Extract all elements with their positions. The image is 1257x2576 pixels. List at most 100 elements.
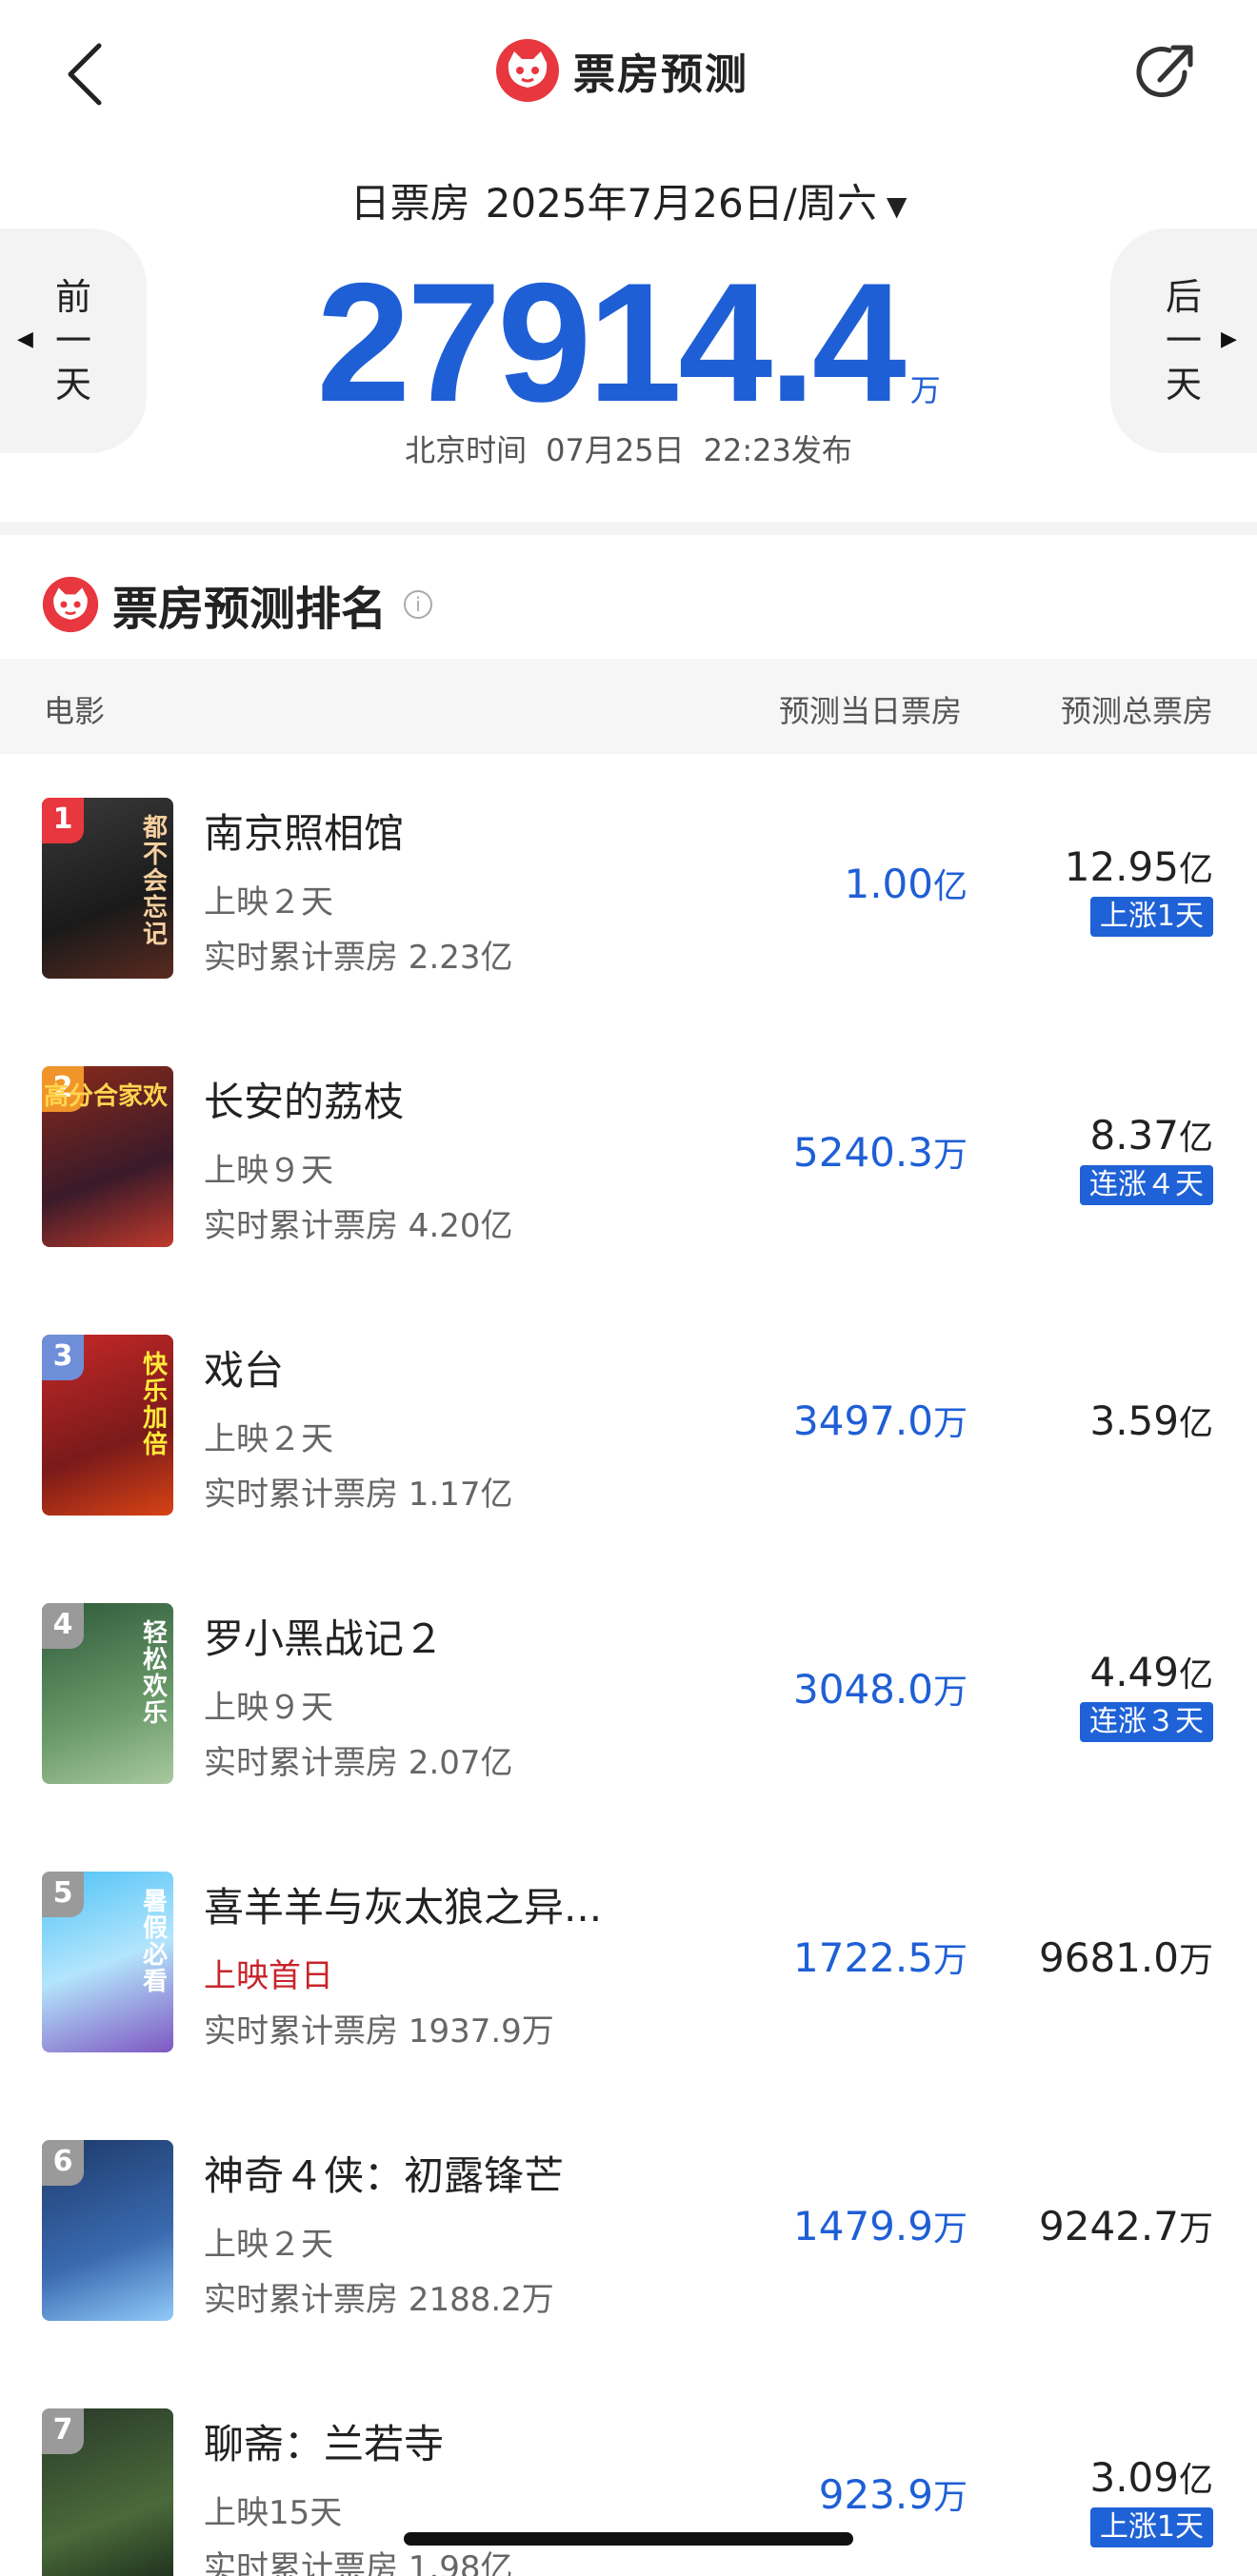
movie-name[interactable]: 喜羊羊与灰太狼之异... xyxy=(204,1875,602,1933)
column-today[interactable]: 预测当日票房 xyxy=(779,687,962,731)
cumulative-box-office: 实时累计票房 2.23亿 xyxy=(204,939,513,977)
daily-total-unit: 万 xyxy=(909,372,941,408)
release-days: 上映９天 xyxy=(204,1689,333,1727)
publish-info: 北京时间 07月25日 22:23发布 xyxy=(0,426,1257,470)
brand: 票房预测 xyxy=(495,34,748,107)
predicted-today-value: 1.00 xyxy=(844,861,933,907)
cumulative-box-office: 实时累计票房 1.98亿 xyxy=(204,2549,513,2576)
publish-label: 北京时间 xyxy=(405,432,528,468)
predicted-total-unit: 亿 xyxy=(1178,1119,1213,1158)
movie-name[interactable]: 戏台 xyxy=(204,1338,284,1397)
predicted-today-value: 1479.9 xyxy=(793,2203,933,2249)
cumulative-box-office: 实时累计票房 1.17亿 xyxy=(204,1476,513,1514)
trend-badge: 连涨４天 xyxy=(1080,1165,1213,1205)
publish-time: 22:23发布 xyxy=(703,432,852,468)
movie-poster[interactable]: 6 xyxy=(42,2140,173,2321)
predicted-total-value: 4.49 xyxy=(1089,1649,1179,1695)
predicted-today-value: 923.9 xyxy=(818,2471,933,2518)
movie-row[interactable]: 5 暑 假 必 看 喜羊羊与灰太狼之异... 上映首日 实时累计票房 1937.9万 17… xyxy=(0,1828,1257,2096)
daily-total-value: 27914.4 xyxy=(316,248,906,437)
share-icon xyxy=(1136,45,1193,98)
share-button[interactable] xyxy=(1131,34,1200,110)
movie-row[interactable]: 3 快 乐 加 倍 戏台上映２天实时累计票房 1.17亿 3497.0万 3.59亿 xyxy=(0,1291,1257,1559)
movie-poster[interactable]: 1 都 不 会 忘 记 xyxy=(42,798,173,979)
movie-name[interactable]: 聊斋：兰若寺 xyxy=(204,2412,444,2470)
predicted-total-unit: 亿 xyxy=(1178,1655,1213,1694)
poster-text: 轻 松 欢 乐 xyxy=(142,1619,168,1728)
publish-date: 07月25日 xyxy=(546,432,685,468)
ranking-header: 票房预测排名 i xyxy=(42,571,433,638)
predicted-today-unit: 万 xyxy=(932,1673,968,1712)
info-icon[interactable]: i xyxy=(404,590,433,619)
poster-text: 暑 假 必 看 xyxy=(142,1888,168,1996)
predicted-today-unit: 万 xyxy=(932,1404,968,1443)
release-days: 上映15天 xyxy=(204,2494,343,2532)
predicted-today-unit: 亿 xyxy=(932,867,968,906)
predicted-today: 3497.0万 xyxy=(793,1396,968,1445)
movie-poster[interactable]: 2 高分合家欢 xyxy=(42,1066,173,1247)
movie-poster[interactable]: 5 暑 假 必 看 xyxy=(42,1872,173,2052)
home-indicator xyxy=(404,2532,853,2546)
predicted-total: 3.59亿 xyxy=(1089,1396,1213,1445)
movie-name[interactable]: 南京照相馆 xyxy=(204,802,404,860)
movie-row[interactable]: 6 神奇４侠：初露锋芒 上映２天 实时累计票房 2188.2万 1479.9万 9242.… xyxy=(0,2096,1257,2365)
rank-badge: 7 xyxy=(42,2408,84,2454)
trend-badge: 上涨1天 xyxy=(1089,897,1213,937)
predicted-total-value: 9242.7 xyxy=(1039,2203,1179,2249)
cat-logo-icon xyxy=(42,576,99,633)
predicted-total: 8.37亿 xyxy=(1089,1110,1213,1159)
movie-poster[interactable]: 3 快 乐 加 倍 xyxy=(42,1335,173,1516)
movie-row[interactable]: 4 轻 松 欢 乐 罗小黑战记２ 上映９天 实时累计票房 2.07亿 3048.0万 4.4… xyxy=(0,1559,1257,1828)
trend-badge: 连涨３天 xyxy=(1080,1702,1213,1742)
predicted-total: 9681.0万 xyxy=(1039,1932,1213,1982)
predicted-total-value: 12.95 xyxy=(1064,843,1179,890)
poster-text: 快 乐 加 倍 xyxy=(142,1351,168,1459)
column-total[interactable]: 预测总票房 xyxy=(1061,687,1213,731)
date-type-label: 日票房 xyxy=(349,180,470,227)
movie-poster[interactable]: 7 xyxy=(42,2408,173,2576)
predicted-today: 5240.3万 xyxy=(793,1127,968,1177)
release-days: 上映２天 xyxy=(204,2226,333,2264)
table-header: 电影 预测当日票房 预测总票房 xyxy=(0,659,1257,754)
predicted-total-unit: 万 xyxy=(1178,1941,1213,1980)
date-selector[interactable]: 日票房 2025年7月26日/周六 ▼ xyxy=(0,171,1257,229)
predicted-total-value: 3.59 xyxy=(1089,1397,1179,1444)
predicted-total-value: 9681.0 xyxy=(1039,1934,1179,1981)
predicted-today: 923.9万 xyxy=(819,2469,968,2519)
movie-poster[interactable]: 4 轻 松 欢 乐 xyxy=(42,1603,173,1784)
back-button[interactable] xyxy=(57,34,114,110)
movie-name[interactable]: 神奇４侠：初露锋芒 xyxy=(204,2144,564,2202)
trend-badge: 上涨1天 xyxy=(1089,2507,1213,2547)
movie-row[interactable]: 2 高分合家欢 长安的荔枝 上映９天 实时累计票房 4.20亿 5240.3万 8.37亿连… xyxy=(0,1022,1257,1291)
predicted-today-unit: 万 xyxy=(932,1941,968,1980)
predicted-today-unit: 万 xyxy=(932,2478,968,2517)
predicted-total-value: 3.09 xyxy=(1089,2454,1179,2501)
predicted-today-value: 5240.3 xyxy=(793,1129,933,1176)
poster-text: 都 不 会 忘 记 xyxy=(142,814,168,949)
daily-total: 27914.4 万 xyxy=(0,257,1257,428)
cumulative-box-office: 实时累计票房 2188.2万 xyxy=(204,2281,554,2319)
movie-row[interactable]: 1都 不 会 忘 记南京照相馆 上映２天 实时累计票房 2.23亿 1.00亿 12.9… xyxy=(0,754,1257,1022)
predicted-total-unit: 亿 xyxy=(1178,1404,1213,1443)
rank-badge: 5 xyxy=(42,1872,84,1917)
predicted-today-value: 3048.0 xyxy=(793,1666,933,1713)
rank-badge: 1 xyxy=(42,798,84,843)
rank-badge: 3 xyxy=(42,1335,84,1380)
cumulative-box-office: 实时累计票房 4.20亿 xyxy=(204,1207,513,1245)
ranking-title: 票房预测排名 xyxy=(112,583,388,636)
chevron-left-icon xyxy=(68,43,102,106)
predicted-today-unit: 万 xyxy=(932,1136,968,1175)
release-days: 上映９天 xyxy=(204,1152,333,1190)
movie-name[interactable]: 长安的荔枝 xyxy=(204,1070,404,1128)
poster-text: 高分合家欢 xyxy=(43,1082,168,1111)
release-days: 上映２天 xyxy=(204,1420,333,1458)
cat-logo-icon xyxy=(496,39,559,102)
movie-name[interactable]: 罗小黑战记２ xyxy=(204,1607,444,1665)
date-value: 2025年7月26日/周六 xyxy=(485,180,877,227)
column-movie: 电影 xyxy=(44,693,106,729)
caret-down-icon: ▼ xyxy=(886,190,908,222)
predicted-total-unit: 亿 xyxy=(1178,2461,1213,2500)
predicted-total-value: 8.37 xyxy=(1089,1112,1179,1159)
predicted-today-value: 3497.0 xyxy=(793,1397,933,1444)
predicted-total: 4.49亿 xyxy=(1089,1647,1213,1696)
